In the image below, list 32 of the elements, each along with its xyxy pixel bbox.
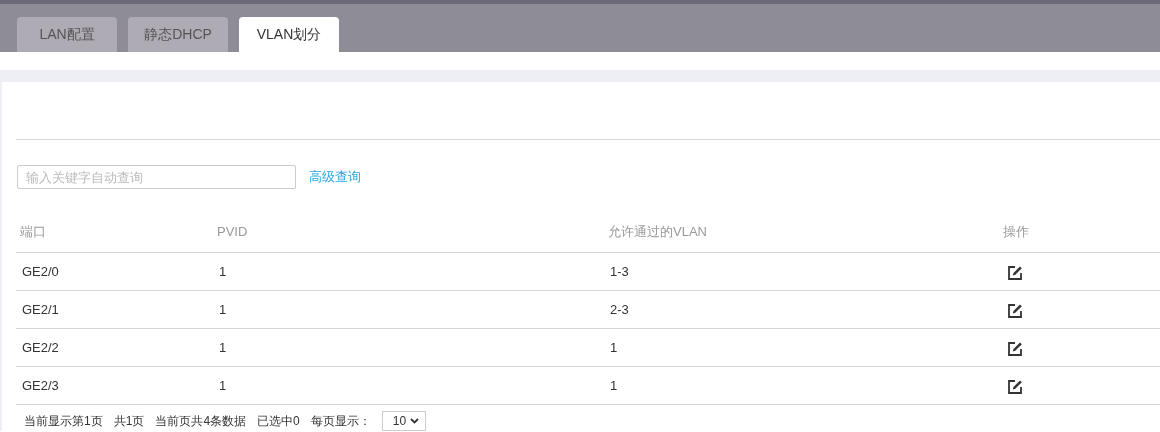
column-header: 端口 xyxy=(19,222,47,241)
edit-icon[interactable] xyxy=(1007,378,1023,395)
pagination-text: 当前显示第1页 xyxy=(24,414,103,428)
table-cell-text: GE2/2 xyxy=(21,340,60,355)
table-cell-text: 1 xyxy=(218,378,228,393)
column-header: PVID xyxy=(216,224,249,239)
advanced-search-link[interactable]: 高级查询 xyxy=(309,168,361,186)
table-cell-text: 1 xyxy=(218,340,228,355)
table-cell-text: GE2/3 xyxy=(21,378,60,393)
table-cell-text: 1 xyxy=(218,302,228,317)
tab[interactable]: LAN配置 xyxy=(17,17,117,52)
edit-icon[interactable] xyxy=(1007,302,1023,319)
edit-icon[interactable] xyxy=(1007,264,1023,281)
table-cell-text: 1 xyxy=(609,340,619,355)
table-cell-text: 1 xyxy=(218,264,228,279)
table-cell-text: 1 xyxy=(609,378,619,393)
tab[interactable]: 静态DHCP xyxy=(128,17,228,52)
pagination-text: 共1页 xyxy=(113,414,145,428)
table-cell-text: 1-3 xyxy=(609,264,630,279)
column-header: 允许通过的VLAN xyxy=(607,222,708,241)
pagination-text: 当前页共4条数据 xyxy=(155,414,247,428)
table-cell-text: 2-3 xyxy=(609,302,630,317)
chevron-down-icon xyxy=(410,418,420,424)
edit-icon[interactable] xyxy=(1007,340,1023,357)
search-field[interactable]: 输入关键字自动查询 xyxy=(17,165,296,189)
table-cell-text: GE2/0 xyxy=(21,264,60,279)
page-size-select[interactable]: 10 xyxy=(381,411,427,431)
table-cell-text: GE2/1 xyxy=(21,302,60,317)
pagination-text: 每页显示： xyxy=(310,414,371,428)
column-header: 操作 xyxy=(1002,222,1030,241)
tab[interactable]: VLAN划分 xyxy=(239,17,339,52)
pagination-text: 已选中0 xyxy=(257,414,300,428)
